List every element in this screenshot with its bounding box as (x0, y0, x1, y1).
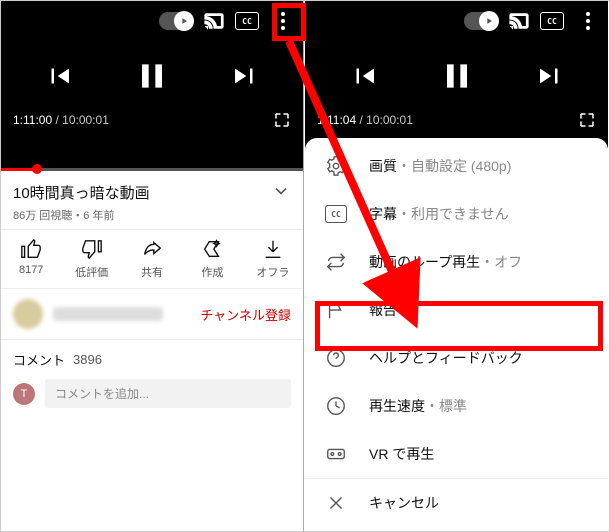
offline-button[interactable]: オフラ (243, 238, 303, 280)
close-icon (325, 492, 347, 514)
video-stats: 86万 回視聴・6 年前 (13, 207, 291, 223)
menu-loop[interactable]: 動画のループ再生・オフ (305, 238, 608, 286)
menu-captions[interactable]: CC 字幕・利用できません (305, 190, 608, 238)
comment-input[interactable]: コメントを追加... (45, 379, 291, 408)
create-button[interactable]: 作成 (182, 238, 242, 280)
more-vert-icon (586, 12, 590, 30)
fullscreen-button[interactable] (273, 111, 291, 129)
thumb-up-icon (20, 238, 42, 260)
highlight-more-button (272, 3, 306, 41)
video-meta[interactable]: 10時間真っ暗な動画 86万 回視聴・6 年前 (1, 171, 303, 230)
next-button[interactable] (535, 61, 565, 91)
share-button[interactable]: 共有 (122, 238, 182, 280)
pause-button[interactable] (132, 56, 172, 96)
menu-cancel[interactable]: キャンセル (305, 478, 608, 527)
menu-quality[interactable]: 画質・自動設定 (480p) (305, 142, 608, 190)
channel-row[interactable]: チャンネル登録 (1, 289, 303, 340)
gear-icon (325, 155, 347, 177)
fullscreen-button[interactable] (578, 111, 596, 129)
more-options-button[interactable] (574, 7, 602, 35)
like-button[interactable]: 8177 (1, 238, 61, 280)
highlight-loop-item (315, 301, 603, 351)
video-title: 10時間真っ暗な動画 (13, 182, 150, 203)
channel-avatar (13, 299, 43, 329)
dislike-button[interactable]: 低評価 (61, 238, 121, 280)
comments-count: 3896 (73, 352, 102, 367)
comments-section[interactable]: コメント 3896 T コメントを追加... (1, 340, 303, 418)
previous-button[interactable] (349, 61, 379, 91)
vr-icon (325, 443, 347, 465)
cast-icon[interactable] (203, 10, 225, 32)
download-icon (262, 238, 284, 260)
speed-icon (325, 395, 347, 417)
loop-icon (325, 251, 347, 273)
comments-label: コメント (13, 350, 65, 369)
captions-icon[interactable]: CC (235, 12, 259, 30)
autoplay-toggle[interactable] (464, 12, 498, 30)
cast-icon[interactable] (508, 10, 530, 32)
share-icon (141, 238, 163, 260)
action-bar: 8177 低評価 共有 作成 オフラ (1, 230, 303, 289)
phone-left: CC 1:11:00 / 10:00:01 (1, 1, 304, 531)
expand-icon (271, 181, 291, 204)
autoplay-toggle[interactable] (159, 12, 193, 30)
progress-bar[interactable] (1, 168, 303, 171)
user-avatar: T (13, 383, 35, 405)
thumb-down-icon (81, 238, 103, 260)
pause-button[interactable] (437, 56, 477, 96)
phone-right: CC 1:11:04 / 10:00:01 10時間真っ暗な動画 (305, 1, 608, 531)
menu-speed[interactable]: 再生速度・標準 (305, 382, 608, 430)
video-player: CC 1:11:00 / 10:00:01 (1, 1, 303, 171)
previous-button[interactable] (44, 61, 74, 91)
captions-icon[interactable]: CC (540, 12, 564, 30)
channel-name (53, 307, 163, 321)
subscribe-button[interactable]: チャンネル登録 (200, 305, 291, 324)
next-button[interactable] (230, 61, 260, 91)
time-display: 1:11:00 / 10:00:01 (13, 113, 109, 127)
cc-icon: CC (325, 203, 347, 225)
menu-vr[interactable]: VR で再生 (305, 430, 608, 478)
create-icon (201, 238, 223, 260)
time-display: 1:11:04 / 10:00:01 (317, 113, 413, 127)
